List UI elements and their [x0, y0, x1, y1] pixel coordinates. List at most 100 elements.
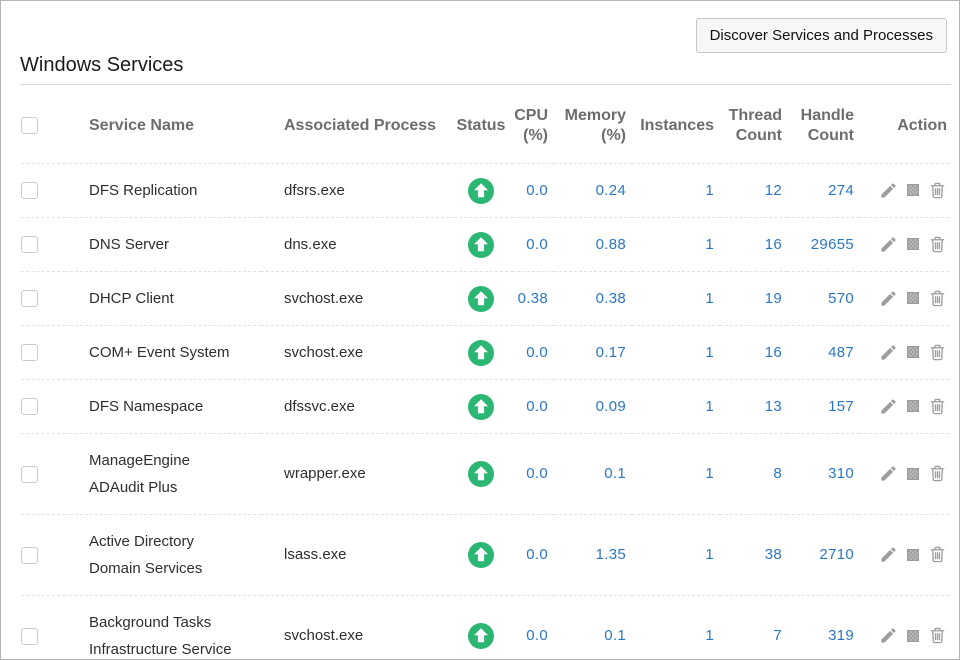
column-header-service-name[interactable]: Service Name	[65, 85, 261, 163]
edit-icon[interactable]	[879, 397, 898, 416]
cpu-value[interactable]: 0.38	[513, 271, 554, 325]
status-up-icon	[468, 178, 494, 204]
edit-icon[interactable]	[879, 626, 898, 645]
cpu-value[interactable]: 0.0	[513, 325, 554, 379]
cpu-value[interactable]: 0.0	[513, 514, 554, 595]
memory-value[interactable]: 1.35	[554, 514, 632, 595]
row-checkbox[interactable]	[21, 398, 38, 415]
service-name: DNS Server	[89, 231, 244, 258]
associated-process: dns.exe	[261, 217, 449, 271]
column-header-thread-count[interactable]: Thread Count	[720, 85, 787, 163]
thread-count-value[interactable]: 16	[720, 325, 787, 379]
delete-icon[interactable]	[928, 397, 947, 416]
handle-count-value[interactable]: 310	[787, 433, 859, 514]
column-header-instances[interactable]: Instances	[632, 85, 720, 163]
stop-icon[interactable]	[907, 184, 919, 196]
thread-count-value[interactable]: 16	[720, 217, 787, 271]
handle-count-value[interactable]: 29655	[787, 217, 859, 271]
memory-value[interactable]: 0.38	[554, 271, 632, 325]
row-checkbox[interactable]	[21, 344, 38, 361]
instances-value[interactable]: 1	[632, 271, 720, 325]
stop-icon[interactable]	[907, 238, 919, 250]
instances-value[interactable]: 1	[632, 379, 720, 433]
discover-services-button[interactable]: Discover Services and Processes	[696, 18, 947, 53]
memory-value[interactable]: 0.17	[554, 325, 632, 379]
cpu-value[interactable]: 0.0	[513, 595, 554, 660]
thread-count-value[interactable]: 38	[720, 514, 787, 595]
handle-count-value[interactable]: 274	[787, 163, 859, 217]
associated-process: dfssvc.exe	[261, 379, 449, 433]
stop-icon[interactable]	[907, 292, 919, 304]
column-header-cpu[interactable]: CPU (%)	[513, 85, 554, 163]
status-up-icon	[468, 461, 494, 487]
column-header-action[interactable]: Action	[859, 85, 949, 163]
instances-value[interactable]: 1	[632, 514, 720, 595]
column-header-handle-count[interactable]: Handle Count	[787, 85, 859, 163]
status-up-icon	[468, 340, 494, 366]
row-checkbox[interactable]	[21, 236, 38, 253]
handle-count-value[interactable]: 2710	[787, 514, 859, 595]
memory-value[interactable]: 0.1	[554, 433, 632, 514]
edit-icon[interactable]	[879, 289, 898, 308]
handle-count-value[interactable]: 570	[787, 271, 859, 325]
row-checkbox[interactable]	[21, 628, 38, 645]
service-name: DFS Replication	[89, 177, 244, 204]
edit-icon[interactable]	[879, 464, 898, 483]
windows-services-panel: Discover Services and Processes Windows …	[0, 0, 960, 660]
memory-value[interactable]: 0.24	[554, 163, 632, 217]
memory-value[interactable]: 0.1	[554, 595, 632, 660]
column-header-associated-process[interactable]: Associated Process	[261, 85, 449, 163]
column-header-status[interactable]: Status	[449, 85, 513, 163]
delete-icon[interactable]	[928, 235, 947, 254]
column-header-memory[interactable]: Memory (%)	[554, 85, 632, 163]
associated-process: svchost.exe	[261, 595, 449, 660]
cpu-value[interactable]: 0.0	[513, 163, 554, 217]
delete-icon[interactable]	[928, 626, 947, 645]
row-checkbox[interactable]	[21, 547, 38, 564]
associated-process: lsass.exe	[261, 514, 449, 595]
cpu-value[interactable]: 0.0	[513, 433, 554, 514]
row-checkbox[interactable]	[21, 466, 38, 483]
select-all-checkbox[interactable]	[21, 117, 38, 134]
thread-count-value[interactable]: 12	[720, 163, 787, 217]
row-checkbox[interactable]	[21, 182, 38, 199]
cpu-value[interactable]: 0.0	[513, 379, 554, 433]
handle-count-value[interactable]: 487	[787, 325, 859, 379]
edit-icon[interactable]	[879, 235, 898, 254]
instances-value[interactable]: 1	[632, 163, 720, 217]
associated-process: wrapper.exe	[261, 433, 449, 514]
thread-count-value[interactable]: 19	[720, 271, 787, 325]
table-row: COM+ Event System svchost.exe 0.0 0.17 1…	[21, 325, 949, 379]
instances-value[interactable]: 1	[632, 217, 720, 271]
delete-icon[interactable]	[928, 289, 947, 308]
edit-icon[interactable]	[879, 545, 898, 564]
thread-count-value[interactable]: 7	[720, 595, 787, 660]
row-checkbox[interactable]	[21, 290, 38, 307]
thread-count-value[interactable]: 8	[720, 433, 787, 514]
instances-value[interactable]: 1	[632, 433, 720, 514]
edit-icon[interactable]	[879, 343, 898, 362]
delete-icon[interactable]	[928, 181, 947, 200]
delete-icon[interactable]	[928, 464, 947, 483]
memory-value[interactable]: 0.88	[554, 217, 632, 271]
cpu-value[interactable]: 0.0	[513, 217, 554, 271]
associated-process: dfsrs.exe	[261, 163, 449, 217]
stop-icon[interactable]	[907, 549, 919, 561]
thread-count-value[interactable]: 13	[720, 379, 787, 433]
stop-icon[interactable]	[907, 346, 919, 358]
handle-count-value[interactable]: 319	[787, 595, 859, 660]
handle-count-value[interactable]: 157	[787, 379, 859, 433]
edit-icon[interactable]	[879, 181, 898, 200]
associated-process: svchost.exe	[261, 271, 449, 325]
status-up-icon	[468, 542, 494, 568]
delete-icon[interactable]	[928, 545, 947, 564]
service-name: Active Directory Domain Services	[89, 528, 244, 582]
stop-icon[interactable]	[907, 468, 919, 480]
status-up-icon	[468, 232, 494, 258]
delete-icon[interactable]	[928, 343, 947, 362]
stop-icon[interactable]	[907, 630, 919, 642]
instances-value[interactable]: 1	[632, 595, 720, 660]
memory-value[interactable]: 0.09	[554, 379, 632, 433]
instances-value[interactable]: 1	[632, 325, 720, 379]
stop-icon[interactable]	[907, 400, 919, 412]
